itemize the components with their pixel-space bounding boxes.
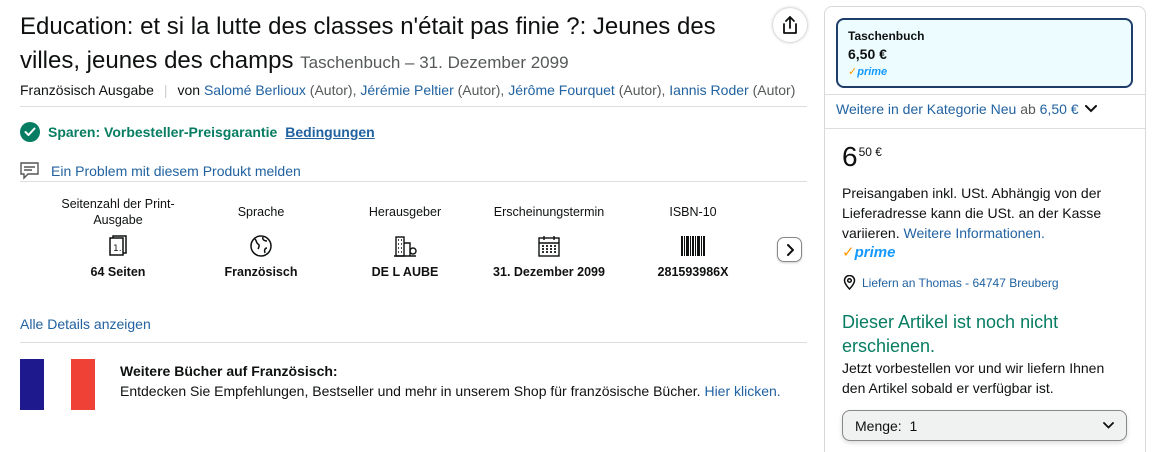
detail-label: Erscheinungstermin (493, 205, 605, 219)
promo-text: Entdecken Sie Empfehlungen, Bestseller u… (120, 383, 701, 399)
detail-publication-date: Erscheinungstermin 31. Dezember 2099 (491, 196, 607, 280)
check-circle-icon (20, 122, 40, 142)
french-flag-image[interactable] (20, 359, 95, 410)
calendar-icon (491, 228, 607, 264)
tax-info: Preisangaben inkl. USt. Abhängig von der… (842, 183, 1122, 243)
location-pin-icon (843, 275, 856, 290)
detail-language: Sprache Französisch (203, 196, 319, 280)
flag-stripe-blue (20, 359, 44, 410)
savings-text: Sparen: Vorbesteller-Preisgarantie (48, 124, 278, 140)
divider (20, 342, 807, 343)
all-details-link[interactable]: Alle Details anzeigen (20, 316, 151, 332)
report-problem-link[interactable]: Ein Problem mit diesem Produkt melden (20, 162, 301, 180)
divider (20, 181, 807, 182)
chevron-down-icon (1084, 105, 1097, 113)
detail-page-count: Seitenzahl der Print-Ausgabe 1. 64 Seite… (60, 196, 176, 280)
page-count-icon: 1. (60, 228, 176, 264)
author-link[interactable]: Jérémie Peltier (360, 82, 453, 98)
detail-publisher: Herausgeber DE L AUBE (347, 196, 463, 280)
author-role: (Autor), (309, 82, 357, 98)
promo-body: Entdecken Sie Empfehlungen, Bestseller u… (120, 381, 781, 401)
detail-value: DE L AUBE (371, 265, 439, 279)
flag-stripe-red (71, 359, 95, 410)
author-role: (Autor), (618, 82, 666, 98)
product-title: Education: et si la lutte des classes n'… (20, 10, 760, 80)
promo-link[interactable]: Hier klicken. (704, 383, 780, 399)
byline: Französisch Ausgabe | von Salomé Berlioux … (20, 82, 795, 98)
quantity-label: Menge: (855, 417, 902, 434)
share-button[interactable] (773, 8, 807, 42)
format-selector-paperback[interactable]: Taschenbuch 6,50 € ✓prime (836, 18, 1133, 88)
price: 650 € (842, 141, 882, 173)
svg-text:1.: 1. (113, 244, 122, 254)
building-icon (347, 228, 463, 264)
more-offers-link[interactable]: Weitere in der Kategorie Neu ab 6,50 € (836, 101, 1097, 117)
quantity-select[interactable]: Menge: 1 (842, 410, 1127, 441)
divider (825, 94, 1145, 95)
author-link[interactable]: Jérôme Fourquet (508, 82, 615, 98)
more-info-link[interactable]: Weitere Informationen. (903, 225, 1044, 241)
conditions-link[interactable]: Bedingungen (285, 124, 374, 140)
detail-label: Sprache (237, 205, 285, 219)
by-label: von (177, 82, 201, 98)
report-problem-text: Ein Problem mit diesem Produkt melden (51, 163, 301, 179)
prime-check-icon: ✓ (842, 244, 855, 261)
share-icon (783, 16, 797, 34)
edition: Französisch Ausgabe (20, 82, 154, 98)
feedback-icon (20, 162, 39, 180)
divider (20, 106, 807, 107)
more-offers-price: 6,50 € (1039, 101, 1079, 117)
prime-badge: ✓prime (848, 65, 1121, 78)
chevron-right-icon (786, 243, 794, 256)
quantity-value: 1 (909, 417, 918, 434)
prime-logo: ✓prime (842, 243, 895, 261)
author-link[interactable]: Salomé Berlioux (204, 82, 306, 98)
carousel-next-button[interactable] (777, 237, 802, 262)
barcode-icon (635, 228, 751, 264)
prime-check-icon: ✓ (848, 66, 858, 78)
detail-label: Seitenzahl der Print-Ausgabe (61, 197, 175, 227)
detail-value: Französisch (224, 265, 298, 279)
availability-subtext: Jetzt vorbestellen vor und wir liefern I… (842, 360, 1105, 396)
author-role: (Autor), (457, 82, 505, 98)
author-role: (Autor) (752, 82, 796, 98)
availability-status: Dieser Artikel ist noch nicht erschienen… (842, 312, 1059, 356)
detail-isbn10: ISBN-10 281593986X (635, 196, 751, 280)
detail-value: 64 Seiten (90, 265, 146, 279)
byline-separator: | (163, 82, 168, 98)
quantity-display: Menge: 1 (855, 418, 917, 434)
format-date: Taschenbuch – 31. Dezember 2099 (300, 53, 569, 72)
french-books-promo: Weitere Bücher auf Französisch: Entdecke… (120, 361, 781, 401)
detail-label: Herausgeber (368, 205, 442, 219)
globe-icon (203, 228, 319, 264)
format-price: 6,50 € (848, 46, 887, 62)
divider (825, 128, 1145, 129)
detail-value: 31. Dezember 2099 (493, 265, 605, 279)
format-name: Taschenbuch (848, 29, 925, 43)
price-whole: 6 (842, 141, 858, 172)
author-link[interactable]: Iannis Roder (669, 82, 748, 98)
more-offers-from: ab (1020, 101, 1036, 117)
savings-row: Sparen: Vorbesteller-Preisgarantie Bedin… (20, 122, 375, 142)
promo-heading: Weitere Bücher auf Französisch: (120, 363, 338, 379)
detail-label: ISBN-10 (669, 205, 717, 219)
detail-value: 281593986X (657, 265, 729, 279)
delivery-location-text: Liefern an Thomas - 64747 Breuberg (862, 275, 1059, 290)
more-offers-text: Weitere in der Kategorie Neu (836, 101, 1017, 117)
chevron-down-icon (1103, 422, 1114, 429)
price-fraction: 50 € (858, 145, 882, 159)
prime-label: prime (854, 244, 896, 261)
prime-label: prime (857, 66, 888, 78)
delivery-location-link[interactable]: Liefern an Thomas - 64747 Breuberg (843, 275, 1059, 290)
flag-stripe-white (44, 359, 71, 410)
